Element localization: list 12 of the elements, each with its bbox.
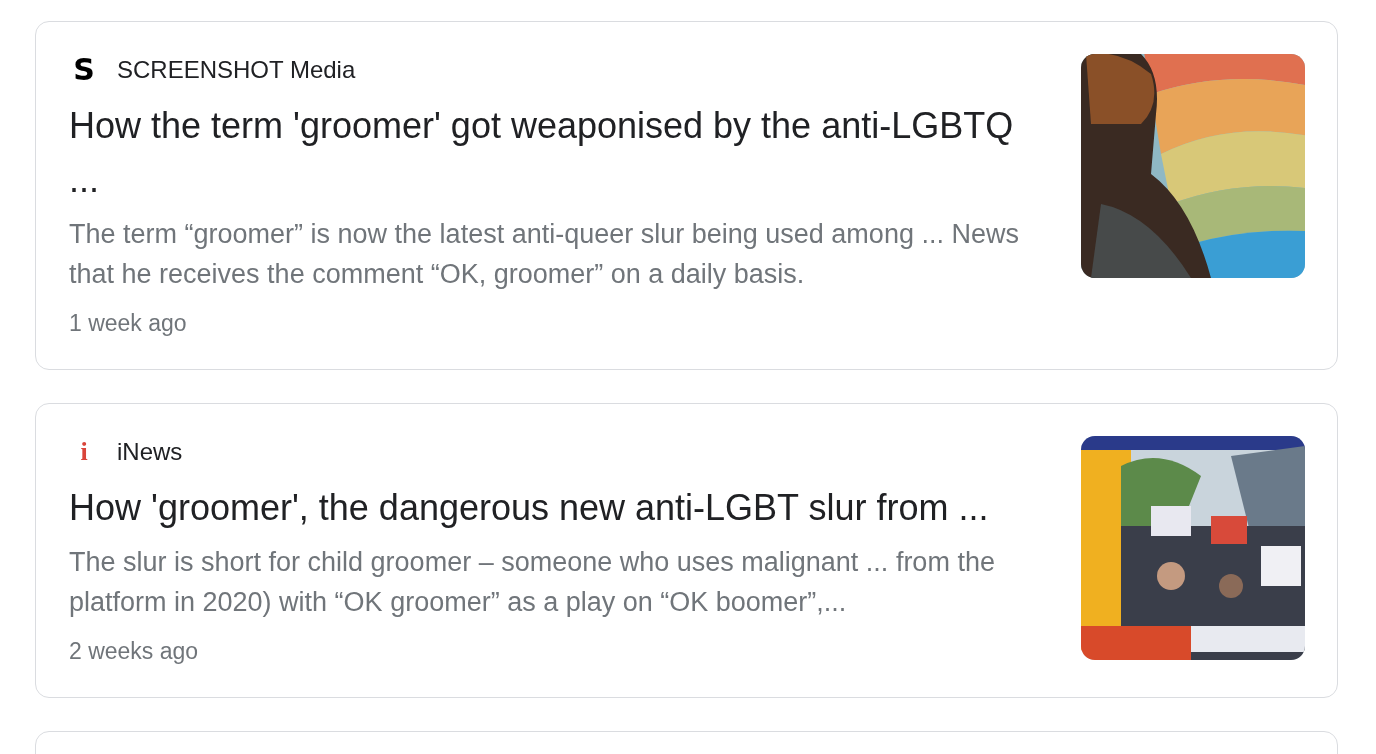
result-card[interactable] (35, 21, 1338, 370)
source-name: iNews (117, 438, 183, 466)
result-snippet: The slur is short for child groomer – someone who uses malignant ... from the platform in 2020) with “OK groomer” as a play on “OK boomer”,... (69, 546, 996, 619)
result-title[interactable]: How the term 'groomer' got weaponised by the anti-LGBTQ ... (69, 99, 1039, 207)
source-logo: i (79, 437, 89, 467)
source-logo: S (72, 55, 96, 85)
source-name: SCREENSHOT Media (117, 56, 356, 84)
result-title[interactable]: How 'groomer', the dangerous new anti-LGBT slur from ... (69, 481, 1039, 535)
result-time: 1 week ago (69, 310, 188, 337)
result-card[interactable] (35, 403, 1338, 698)
result-snippet: The term “groomer” is now the latest anti-queer slur being used among ... News that he receives the comment “OK, groomer” on a daily basis. (69, 218, 1020, 291)
result-time: 2 weeks ago (69, 638, 200, 665)
